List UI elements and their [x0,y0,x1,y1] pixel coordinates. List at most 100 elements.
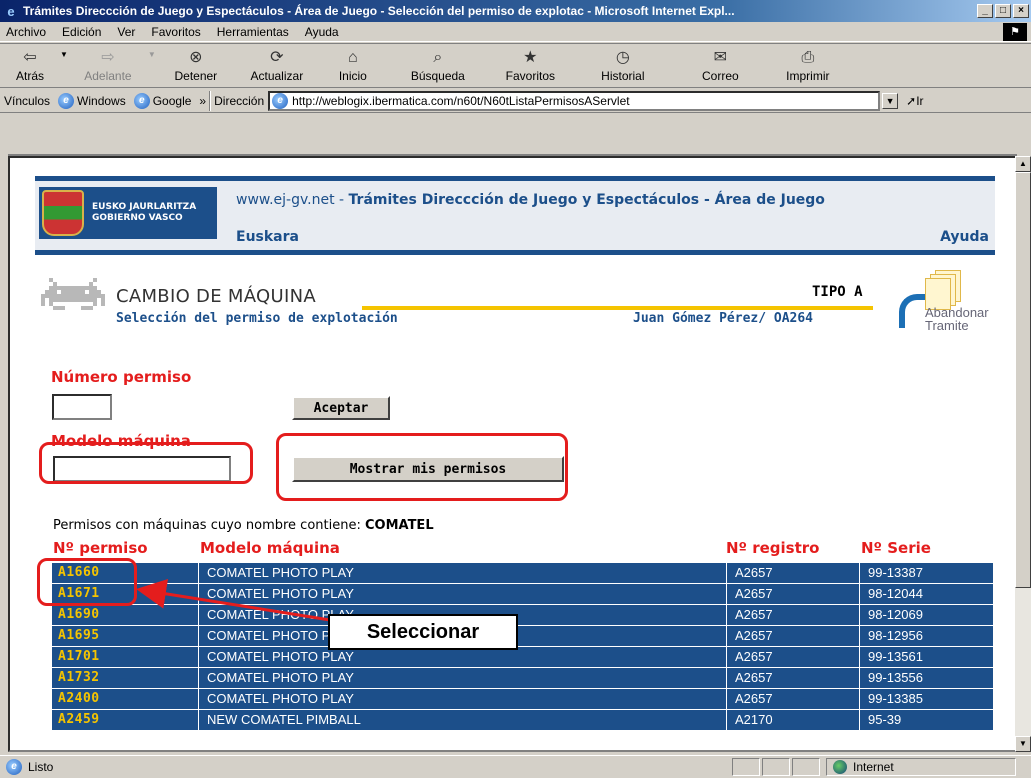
status-text: Listo [28,760,54,774]
browser-window: e Trámites Direccción de Juego y Espectá… [0,0,1031,778]
forward-label: Adelante [84,69,132,83]
address-label: Dirección [214,93,265,108]
status-bar: e Listo Internet [0,755,1031,778]
registro-cell: A2657 [726,626,859,646]
menu-ayuda[interactable]: Ayuda [297,25,347,39]
menu-archivo[interactable]: Archivo [0,25,54,39]
address-input[interactable]: e http://weblogix.ibermatica.com/n60t/N6… [268,90,881,111]
menu-edicion[interactable]: Edición [54,25,109,39]
home-button[interactable]: ⌂ Inicio [318,44,388,88]
abandonar-tramite-button[interactable]: Abandonar Tramite [895,270,990,340]
serie-cell: 98-12956 [859,626,993,646]
modelo-cell: COMATEL PHOTO PLAY [198,689,726,709]
scroll-thumb[interactable] [1015,172,1031,588]
forward-arrow-icon: ⇨ [101,49,115,66]
home-label: Inicio [338,69,367,83]
links-chevron-icon[interactable]: » [199,94,206,108]
toolbar-separator [209,90,212,111]
site-prefix: www.ej-gv.net - [236,192,349,208]
close-button[interactable]: × [1013,4,1029,18]
site-title: www.ej-gv.net - Trámites Direccción de J… [236,192,825,208]
documents-icon [925,270,961,310]
site-section-title: Trámites Direccción de Juego y Espectácu… [348,192,825,208]
table-row[interactable]: A1671 COMATEL PHOTO PLAY A2657 98-12044 [52,584,993,604]
table-row[interactable]: A1690 COMATEL PHOTO PLAY A2657 98-12069 [52,605,993,625]
print-label: Imprimir [786,69,830,83]
favorites-button[interactable]: ★ Favoritos [488,44,573,88]
mail-button[interactable]: ✉ Correo [673,44,768,88]
forward-dropdown-icon[interactable]: ▼ [148,50,156,59]
minimize-button[interactable]: _ [977,4,993,18]
gobierno-vasco-logo[interactable]: EUSKO JAURLARITZA GOBIERNO VASCO [39,187,217,239]
stop-icon: ⊗ [189,49,203,66]
refresh-button[interactable]: ⟳ Actualizar [236,44,318,88]
tipo-label: TIPO A [812,284,863,300]
refresh-label: Actualizar [250,69,304,83]
title-bar: e Trámites Direccción de Juego y Espectá… [0,0,1031,22]
permiso-link[interactable]: A1732 [52,668,198,688]
permiso-link[interactable]: A2400 [52,689,198,709]
serie-cell: 95-39 [859,710,993,730]
table-row[interactable]: A1660 COMATEL PHOTO PLAY A2657 99-13387 [52,563,993,583]
table-row[interactable]: A2400 COMATEL PHOTO PLAY A2657 99-13385 [52,689,993,709]
link-windows[interactable]: e Windows [58,92,126,109]
logo-line-1: EUSKO JAURLARITZA [92,202,197,212]
aceptar-button[interactable]: Aceptar [292,396,390,420]
toolbar-gap [0,114,1031,156]
numero-permiso-input[interactable] [52,394,112,420]
print-button[interactable]: ⎙ Imprimir [768,44,848,88]
search-icon: ⌕ [433,49,443,66]
forward-button[interactable]: ⇨ Adelante [68,44,148,88]
registro-cell: A2657 [726,605,859,625]
menu-herramientas[interactable]: Herramientas [209,25,297,39]
permiso-link[interactable]: A2459 [52,710,198,730]
col-header-serie: Nº Serie [861,539,931,557]
ayuda-link[interactable]: Ayuda [940,229,989,245]
links-label[interactable]: Vínculos [4,94,50,108]
history-button[interactable]: ◷ Historial [573,44,673,88]
results-intro-text: Permisos con máquinas cuyo nombre contie… [53,518,365,533]
modelo-cell: COMATEL PHOTO PLAY [198,668,726,688]
back-label: Atrás [15,69,44,83]
seleccionar-callout: Seleccionar [328,614,518,650]
table-row[interactable]: A1732 COMATEL PHOTO PLAY A2657 99-13556 [52,668,993,688]
search-button[interactable]: ⌕ Búsqueda [388,44,488,88]
home-icon: ⌂ [348,49,358,66]
windows-flag-icon: ⚑ [1003,23,1027,41]
zone-label: Internet [853,760,894,774]
serie-cell: 98-12044 [859,584,993,604]
address-dropdown-icon[interactable]: ▼ [882,92,899,109]
registro-cell: A2657 [726,563,859,583]
page-subtitle: Selección del permiso de explotación [116,311,398,326]
address-url: http://weblogix.ibermatica.com/n60t/N60t… [292,93,630,108]
search-label: Búsqueda [410,69,465,83]
highlight-mostrar-button [276,433,568,501]
back-button[interactable]: ⇦ Atrás [0,44,60,88]
euskara-link[interactable]: Euskara [236,229,299,245]
menu-favoritos[interactable]: Favoritos [143,25,208,39]
vertical-scrollbar[interactable]: ▲ ▼ [1015,156,1031,752]
serie-cell: 99-13556 [859,668,993,688]
serie-cell: 99-13561 [859,647,993,667]
table-row[interactable]: A1701 COMATEL PHOTO PLAY A2657 99-13561 [52,647,993,667]
page-title-row: CAMBIO DE MÁQUINA TIPO A Selección del p… [35,270,995,336]
scroll-up-icon[interactable]: ▲ [1015,156,1031,172]
window-title: Trámites Direccción de Juego y Espectácu… [23,4,735,18]
security-zone: Internet [826,758,1016,776]
permiso-link[interactable]: A1701 [52,647,198,667]
table-row[interactable]: A1695 COMATEL PHOTO PLAY A2657 98-12956 [52,626,993,646]
permiso-link[interactable]: A1690 [52,605,198,625]
go-label: Ir [916,93,924,108]
table-row[interactable]: A2459 NEW COMATEL PIMBALL A2170 95-39 [52,710,993,730]
logo-line-2: GOBIERNO VASCO [92,213,183,223]
stop-button[interactable]: ⊗ Detener [156,44,236,88]
link-google[interactable]: e Google [133,92,191,109]
scroll-down-icon[interactable]: ▼ [1015,736,1031,752]
back-dropdown-icon[interactable]: ▼ [60,50,68,59]
registro-cell: A2657 [726,584,859,604]
status-cell [732,758,760,776]
permiso-link[interactable]: A1695 [52,626,198,646]
maximize-button[interactable]: □ [995,4,1011,18]
menu-ver[interactable]: Ver [109,25,143,39]
go-button[interactable]: ➚Ir [906,94,923,108]
